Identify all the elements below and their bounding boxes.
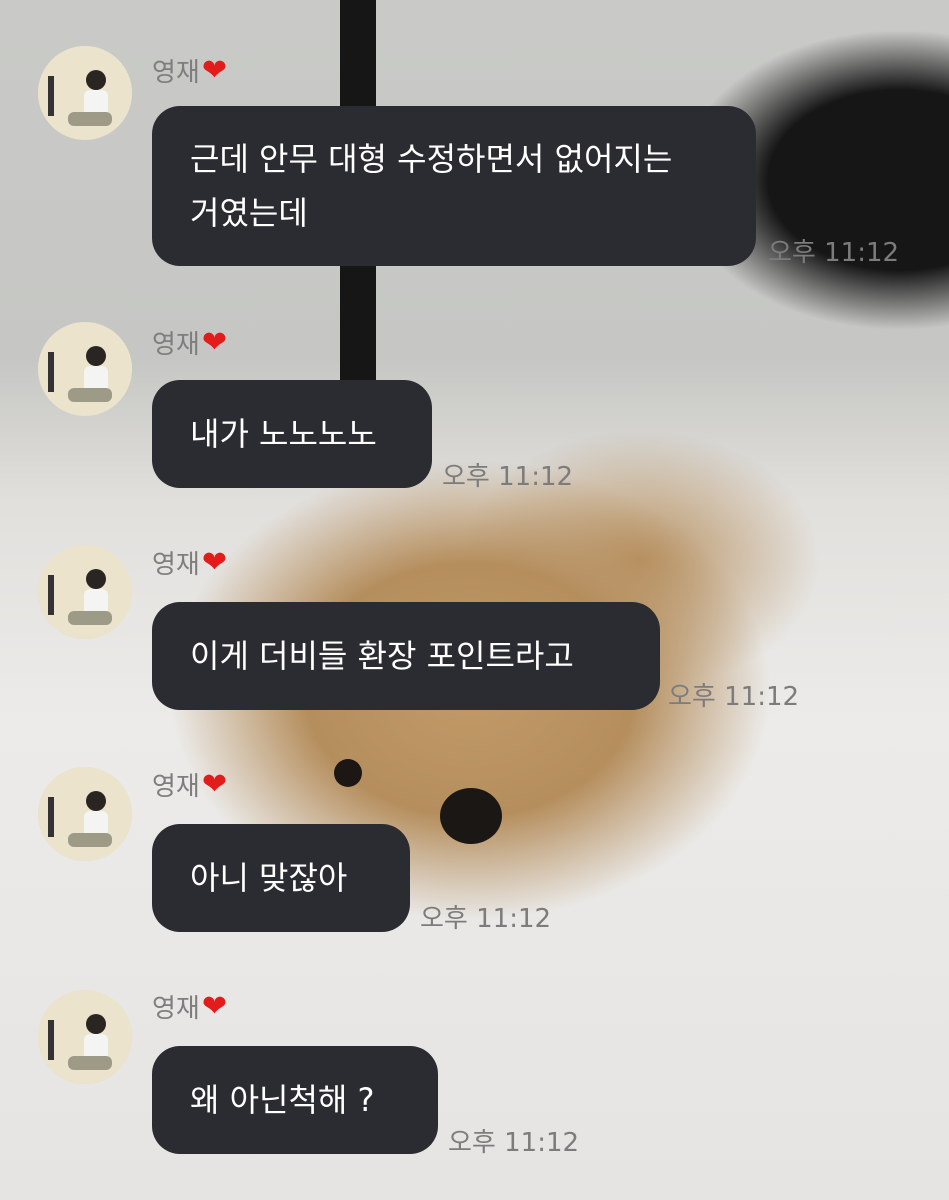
heart-icon: ❤: [201, 324, 227, 360]
sender-name-text: 영재: [152, 772, 200, 802]
background-bear-nose: [440, 788, 502, 844]
sender-name: 영재 ❤: [152, 766, 227, 803]
sender-name: 영재 ❤: [152, 324, 227, 361]
sender-name: 영재 ❤: [152, 544, 227, 581]
message-text: 아니 맞잖아: [190, 859, 348, 897]
sender-name-text: 영재: [152, 550, 200, 580]
avatar[interactable]: [38, 545, 132, 639]
background-bear-eye: [334, 759, 362, 787]
message-text: 왜 아닌척해 ?: [190, 1081, 375, 1119]
message-text: 거였는데: [190, 194, 308, 232]
message-bubble[interactable]: 아니 맞잖아: [152, 824, 410, 932]
sender-name: 영재 ❤: [152, 52, 227, 89]
message-bubble[interactable]: 근데 안무 대형 수정하면서 없어지는 거였는데: [152, 106, 756, 266]
avatar[interactable]: [38, 990, 132, 1084]
avatar[interactable]: [38, 322, 132, 416]
sender-name-text: 영재: [152, 58, 200, 88]
message-text: 내가 노노노노: [190, 415, 377, 453]
message-bubble[interactable]: 왜 아닌척해 ?: [152, 1046, 438, 1154]
timestamp: 오후 11:12: [668, 682, 800, 712]
sender-name-text: 영재: [152, 994, 200, 1024]
message-bubble[interactable]: 내가 노노노노: [152, 380, 432, 488]
sender-name-text: 영재: [152, 330, 200, 360]
timestamp: 오후 11:12: [420, 904, 552, 934]
heart-icon: ❤: [201, 988, 227, 1024]
avatar[interactable]: [38, 767, 132, 861]
sender-name: 영재 ❤: [152, 988, 227, 1025]
message-bubble[interactable]: 이게 더비들 환장 포인트라고: [152, 602, 660, 710]
message-text: 이게 더비들 환장 포인트라고: [190, 637, 574, 675]
heart-icon: ❤: [201, 766, 227, 802]
timestamp: 오후 11:12: [448, 1128, 580, 1158]
timestamp: 오후 11:12: [442, 462, 574, 492]
message-text: 근데 안무 대형 수정하면서 없어지는: [190, 140, 673, 178]
timestamp: 오후 11:12: [768, 238, 900, 268]
heart-icon: ❤: [201, 52, 227, 88]
avatar[interactable]: [38, 46, 132, 140]
heart-icon: ❤: [201, 544, 227, 580]
